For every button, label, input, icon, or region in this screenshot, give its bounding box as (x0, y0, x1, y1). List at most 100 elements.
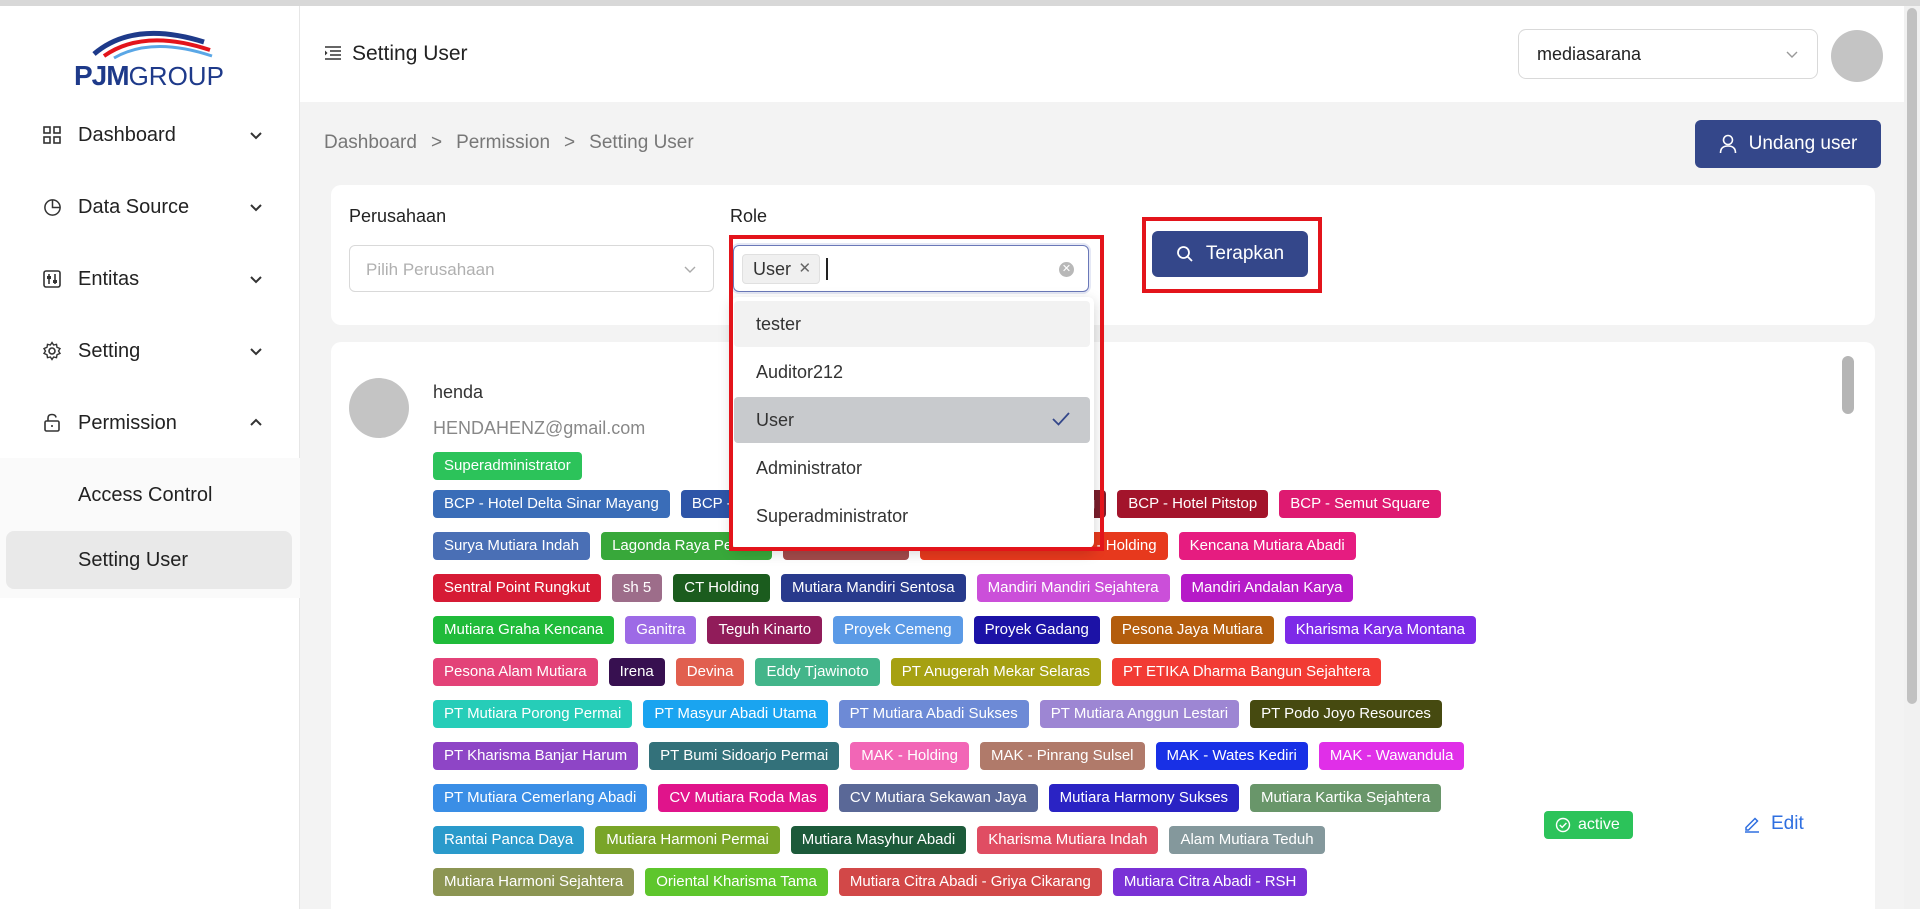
company-tag: Kharisma Mutiara Indah (977, 826, 1159, 854)
company-tag: Sentral Point Rungkut (433, 574, 601, 602)
role-option-label: Administrator (756, 457, 863, 478)
company-select[interactable]: Pilih Perusahaan (349, 245, 714, 292)
company-tag: Mandiri Mandiri Sejahtera (976, 574, 1170, 602)
company-tag: Proyek Cemeng (833, 616, 963, 644)
sliders-icon (42, 269, 62, 289)
sidebar-item-setting-user[interactable]: Setting User (6, 531, 292, 589)
remove-tag-icon[interactable]: ✕ (798, 255, 811, 283)
company-tag: Mutiara Harmony Sukses (1048, 784, 1240, 812)
page-scrollbar[interactable] (1904, 6, 1920, 909)
sidebar-item-data-source[interactable]: Data Source (0, 177, 300, 237)
organization-select-value: mediasarana (1537, 44, 1642, 64)
tag-row: Mutiara Harmoni Sejahtera Oriental Kharis… (433, 868, 1533, 896)
breadcrumb-separator: > (564, 132, 576, 153)
search-icon (1177, 246, 1193, 262)
company-tag: MAK - Wates Kediri (1155, 742, 1308, 770)
tag-row: PT Mutiara Cemerlang Abadi CV Mutiara Rod… (433, 784, 1533, 812)
role-option-label: tester (756, 313, 802, 334)
role-option-administrator[interactable]: Administrator (734, 445, 1090, 491)
sidebar: PJMGROUP Dashboard Data Source Entitas S… (0, 6, 300, 909)
invite-user-button[interactable]: Undang user (1695, 120, 1881, 168)
edit-user-button[interactable]: Edit (1743, 813, 1804, 835)
company-tag: Mutiara Harmoni Permai (595, 826, 780, 854)
company-tag: MAK - Wawandula (1318, 742, 1465, 770)
avatar (349, 378, 409, 438)
sidebar-item-label: Data Source (78, 195, 190, 218)
role-dropdown-menu: tester Auditor212 User Administrator Sup… (732, 297, 1094, 548)
page-scrollbar-thumb[interactable] (1907, 8, 1917, 704)
sidebar-item-label: Entitas (78, 267, 140, 290)
sidebar-item-label: Setting User (78, 548, 189, 571)
user-avatar[interactable] (1831, 30, 1883, 82)
company-select-placeholder: Pilih Perusahaan (366, 260, 495, 279)
sidebar-item-access-control[interactable]: Access Control (0, 466, 300, 524)
company-tag: Proyek Gadang (973, 616, 1100, 644)
company-logo[interactable]: PJMGROUP (74, 24, 224, 94)
company-tag: Devina (675, 658, 745, 686)
menu-fold-icon[interactable] (324, 46, 342, 60)
tag-row: Sentral Point Rungkut sh 5 CT Holding Mutia… (433, 574, 1533, 602)
page-title: Setting User (352, 42, 468, 65)
role-option-tester[interactable]: tester (734, 301, 1090, 347)
company-tag: PT ETIKA Dharma Bangun Sejahtera (1111, 658, 1382, 686)
company-tag: Mutiara Kartika Sejahtera (1250, 784, 1442, 812)
logo-swoosh-icon (92, 30, 213, 60)
company-tag: PT Podo Joyo Resources (1250, 700, 1442, 728)
grid-icon (42, 125, 62, 145)
role-multiselect[interactable]: User ✕ ✕ (733, 245, 1089, 292)
company-tag: Mandiri Andalan Karya (1180, 574, 1354, 602)
breadcrumb-permission[interactable]: Permission (456, 132, 550, 154)
sidebar-item-entitas[interactable]: Entitas (0, 249, 300, 309)
company-tag: Alam Mutiara Teduh (1169, 826, 1325, 854)
apply-filter-button[interactable]: Terapkan (1152, 231, 1308, 277)
role-option-label: Auditor212 (756, 361, 844, 382)
chevron-down-icon (250, 348, 262, 356)
chevron-up-icon (250, 418, 262, 426)
check-circle-icon (1555, 817, 1571, 833)
company-tag: Oriental Kharisma Tama (645, 868, 828, 896)
text-cursor (826, 258, 828, 280)
company-tag: BCP - Hotel Pitstop (1117, 490, 1269, 518)
edit-label: Edit (1771, 813, 1804, 834)
sidebar-item-dashboard[interactable]: Dashboard (0, 105, 300, 165)
company-tag: PT Anugerah Mekar Selaras (890, 658, 1101, 686)
sidebar-item-label: Permission (78, 411, 177, 434)
logo-light: GROUP (128, 61, 224, 91)
company-tag: CV Mutiara Roda Mas (658, 784, 828, 812)
company-tag: Mutiara Graha Kencana (433, 616, 615, 644)
sidebar-item-permission[interactable]: Permission (0, 393, 300, 453)
lock-icon (42, 413, 62, 433)
gear-icon (42, 341, 62, 361)
company-tag: PT Mutiara Cemerlang Abadi (433, 784, 648, 812)
top-header: Setting User mediasarana (300, 6, 1920, 102)
company-tag: Rantai Panca Daya (433, 826, 585, 854)
chevron-down-icon (1786, 51, 1798, 58)
selected-role-label: User (753, 259, 792, 279)
company-tag: Mutiara Citra Abadi - RSH (1112, 868, 1308, 896)
chevron-down-icon (250, 204, 262, 212)
breadcrumb-dashboard[interactable]: Dashboard (324, 132, 417, 154)
company-tag: Kencana Mutiara Abadi (1178, 532, 1356, 560)
organization-select[interactable]: mediasarana (1518, 29, 1818, 79)
sidebar-item-setting[interactable]: Setting (0, 321, 300, 381)
company-tag: PT Mutiara Abadi Sukses (838, 700, 1029, 728)
pie-chart-icon (42, 197, 62, 217)
logo-text: PJMGROUP (74, 60, 224, 92)
tag-row: Pesona Alam Mutiara Irena Devina Eddy Tjawi… (433, 658, 1533, 686)
company-tag: Pesona Jaya Mutiara (1110, 616, 1274, 644)
company-tag: Eddy Tjawinoto (755, 658, 880, 686)
company-tag: Surya Mutiara Indah (433, 532, 591, 560)
role-option-auditor212[interactable]: Auditor212 (734, 349, 1090, 395)
role-option-superadministrator[interactable]: Superadministrator (734, 493, 1090, 539)
company-tag: Teguh Kinarto (707, 616, 823, 644)
clear-icon[interactable]: ✕ (1059, 262, 1074, 277)
company-tag: Mutiara Masyhur Abadi (790, 826, 967, 854)
breadcrumb: Dashboard > Permission > Setting User (324, 132, 694, 154)
selected-role-tag: User ✕ (742, 254, 821, 284)
company-tag: Mutiara Mandiri Sentosa (781, 574, 966, 602)
user-card: henda HENDAHENZ@gmail.com Superadministr… (331, 342, 1875, 909)
sidebar-item-label: Setting (78, 339, 141, 362)
company-tag: MAK - Holding (850, 742, 969, 770)
card-scrollbar[interactable] (1842, 356, 1854, 414)
role-option-user[interactable]: User (734, 397, 1090, 443)
